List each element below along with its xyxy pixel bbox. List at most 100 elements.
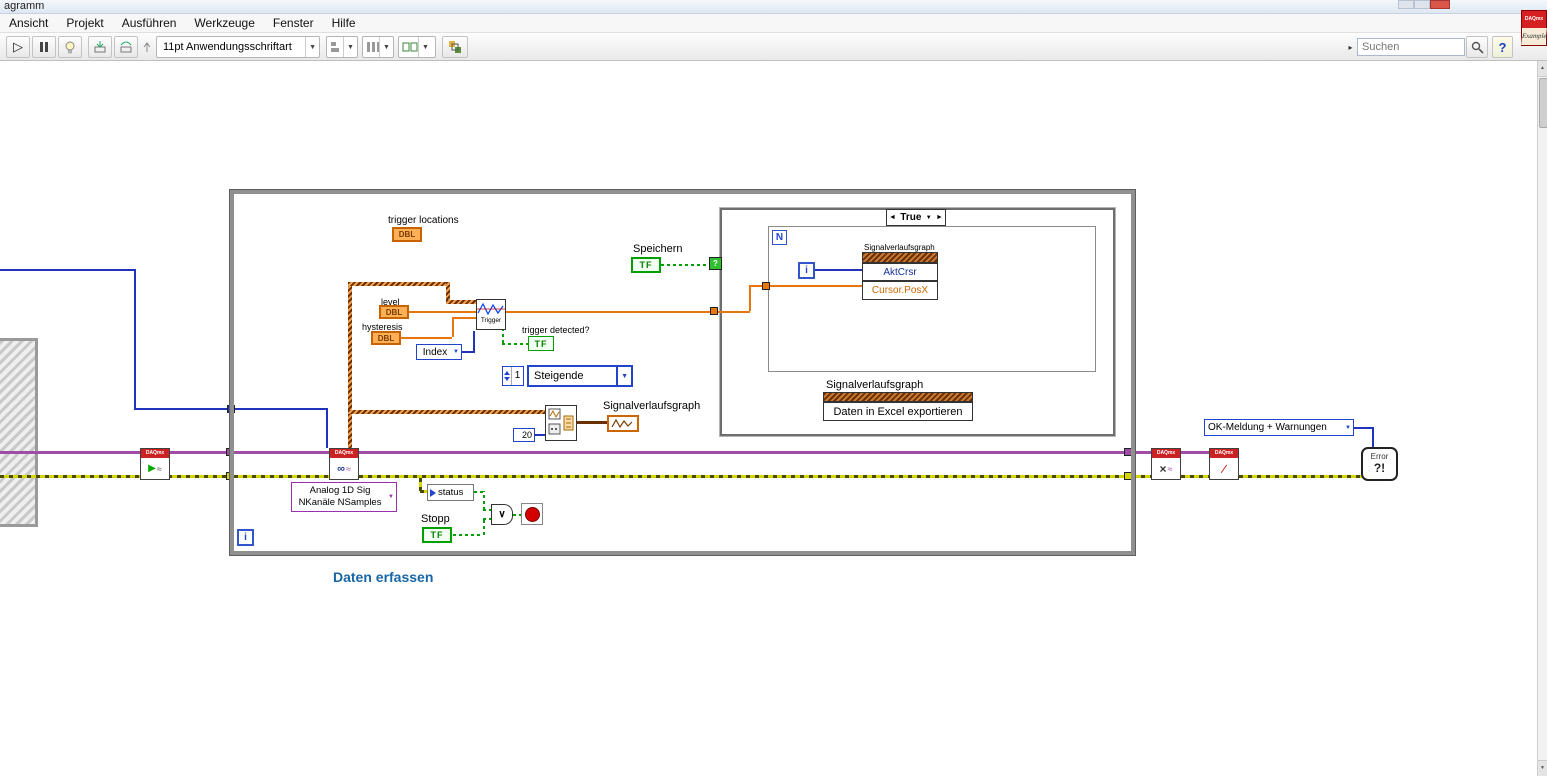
highlight-execution-button[interactable] (58, 36, 82, 58)
align-icon (331, 42, 339, 52)
for-loop-count-terminal[interactable]: N (772, 230, 787, 245)
status-unbundle-node[interactable]: status (427, 484, 474, 501)
font-selector[interactable]: 11pt Anwendungsschriftart ▼ (156, 36, 320, 58)
get-waveform-subset-node[interactable] (545, 405, 577, 441)
align-objects-dropdown[interactable]: ▼ (326, 36, 358, 58)
hysteresis-terminal[interactable]: DBL (371, 331, 401, 345)
case-selector-value: True (900, 212, 922, 223)
scrollbar-thumb[interactable] (1539, 78, 1547, 128)
chevron-down-icon[interactable]: ▼ (926, 215, 932, 221)
invoke-node-method[interactable]: Daten in Excel exportieren (823, 402, 973, 421)
daqmx-read-node[interactable]: DAQmx ∞ ≈ (329, 448, 359, 480)
chevron-down-icon: ▼ (305, 37, 319, 57)
decrement-icon[interactable] (504, 377, 510, 381)
reorder-button[interactable] (442, 36, 468, 58)
menu-ausfuehren[interactable]: Ausführen (113, 14, 186, 32)
scroll-down-icon[interactable]: ▼ (1538, 760, 1547, 776)
trigger-detection-vi[interactable]: Trigger (476, 299, 506, 330)
stopp-terminal[interactable]: TF (422, 527, 452, 543)
chevron-down-icon: ▼ (418, 37, 432, 57)
numeric-twenty-constant[interactable]: 20 (513, 428, 535, 442)
title-bar: agramm (0, 0, 1547, 14)
daqmx-example-name: Example (1521, 28, 1547, 45)
trigger-locations-terminal[interactable]: DBL (392, 227, 422, 242)
close-button[interactable] (1430, 0, 1450, 9)
menu-bar: Ansicht Projekt Ausführen Werkzeuge Fens… (0, 14, 1547, 33)
daqmx-clear-node[interactable]: DAQmx / (1209, 448, 1239, 480)
daqmx-logo: DAQmx (1210, 449, 1238, 458)
speichern-label: Speichern (633, 243, 683, 255)
property-node-row-cursorposx[interactable]: Cursor.PosX (862, 281, 938, 300)
int-wire (462, 351, 475, 353)
loop-condition-terminal[interactable] (521, 503, 543, 525)
property-node-refbar (862, 252, 938, 263)
increment-icon[interactable] (504, 371, 510, 375)
property-node-row-aktcrsr[interactable]: AktCrsr (862, 263, 938, 281)
edge-selector[interactable]: Steigende ▼ (527, 365, 633, 387)
waveform-grid-icon (548, 408, 574, 435)
vertical-scrollbar[interactable]: ▲ ▼ (1537, 61, 1547, 776)
level-terminal[interactable]: DBL (379, 305, 409, 319)
boolean-wire (483, 509, 491, 511)
error-dialog-mode-ring[interactable]: OK-Meldung + Warnungen ▼ (1204, 419, 1354, 436)
stop-icon (524, 506, 540, 522)
error-wire (168, 475, 227, 478)
chevron-down-icon: ▼ (1345, 424, 1351, 431)
task-wire (134, 269, 136, 410)
daqmx-example-window-sliver[interactable]: DAQmx Example (1521, 10, 1547, 46)
search-collapse-toggle[interactable]: ▸ (1344, 38, 1357, 56)
waveform-graph-terminal[interactable] (607, 415, 639, 432)
wave-icon: ≈ (345, 463, 351, 474)
speichern-terminal[interactable]: TF (631, 257, 661, 273)
case-prev-icon[interactable]: ◄ (889, 214, 896, 221)
index-selector[interactable]: Index ▼ (416, 344, 462, 360)
menu-projekt[interactable]: Projekt (57, 14, 112, 32)
chevron-down-icon: ▼ (388, 494, 394, 500)
iteration-terminal-case[interactable]: i (798, 262, 815, 279)
step-over-button[interactable] (114, 36, 138, 58)
daqmx-stop-node[interactable]: DAQmx × ≈ (1151, 448, 1181, 480)
menu-werkzeuge[interactable]: Werkzeuge (185, 14, 263, 32)
dbl-wire (506, 311, 712, 313)
trigger-detected-terminal[interactable]: TF (528, 336, 554, 351)
boolean-wire (502, 330, 504, 343)
dbl-wire (718, 311, 750, 313)
distribute-objects-dropdown[interactable]: ▼ (362, 36, 394, 58)
search-input[interactable] (1357, 38, 1465, 56)
help-button[interactable]: ? (1492, 36, 1513, 58)
resize-icon (402, 42, 418, 52)
task-wire (134, 408, 228, 410)
iteration-terminal-loop[interactable]: i (237, 529, 254, 546)
menu-hilfe[interactable]: Hilfe (323, 14, 365, 32)
maximize-button[interactable] (1414, 0, 1430, 9)
boolean-wire (661, 264, 709, 266)
or-gate[interactable]: ∨ (491, 504, 513, 525)
tunnel-orange-forloop (762, 282, 770, 290)
search-button[interactable] (1466, 36, 1488, 58)
error-handler-node[interactable]: Error ?! (1361, 447, 1398, 481)
menu-fenster[interactable]: Fenster (264, 14, 323, 32)
numeric-one-control[interactable]: 1 (502, 366, 524, 386)
daqmx-start-node[interactable]: DAQmx ▶ ≈ (140, 448, 170, 480)
trigger-vi-label: Trigger (480, 317, 502, 324)
wave-icon: ≈ (156, 463, 162, 474)
case-selector-tunnel: ? (709, 257, 722, 270)
error-wire (1181, 475, 1209, 478)
resize-objects-dropdown[interactable]: ▼ (398, 36, 436, 58)
labview-block-diagram-window: agramm Ansicht Projekt Ausführen Werkzeu… (0, 0, 1547, 776)
run-button[interactable]: ▷ (6, 36, 30, 58)
stopp-label: Stopp (421, 513, 450, 525)
daqmx-read-poly-selector[interactable]: Analog 1D Sig NKanäle NSamples ▼ (291, 482, 397, 512)
step-out-button[interactable] (140, 36, 154, 58)
dbl-wire (770, 285, 862, 287)
pause-button[interactable] (32, 36, 56, 58)
minimize-button[interactable] (1398, 0, 1414, 9)
daqmx-example-brand: DAQmx (1522, 11, 1546, 28)
scroll-up-icon[interactable]: ▲ (1538, 61, 1547, 77)
int-wire (473, 331, 475, 351)
step-into-button[interactable] (88, 36, 112, 58)
case-next-icon[interactable]: ► (936, 214, 943, 221)
pause-icon (40, 42, 43, 52)
menu-ansicht[interactable]: Ansicht (0, 14, 57, 32)
case-selector[interactable]: ◄ True ▼ ► (886, 209, 946, 226)
